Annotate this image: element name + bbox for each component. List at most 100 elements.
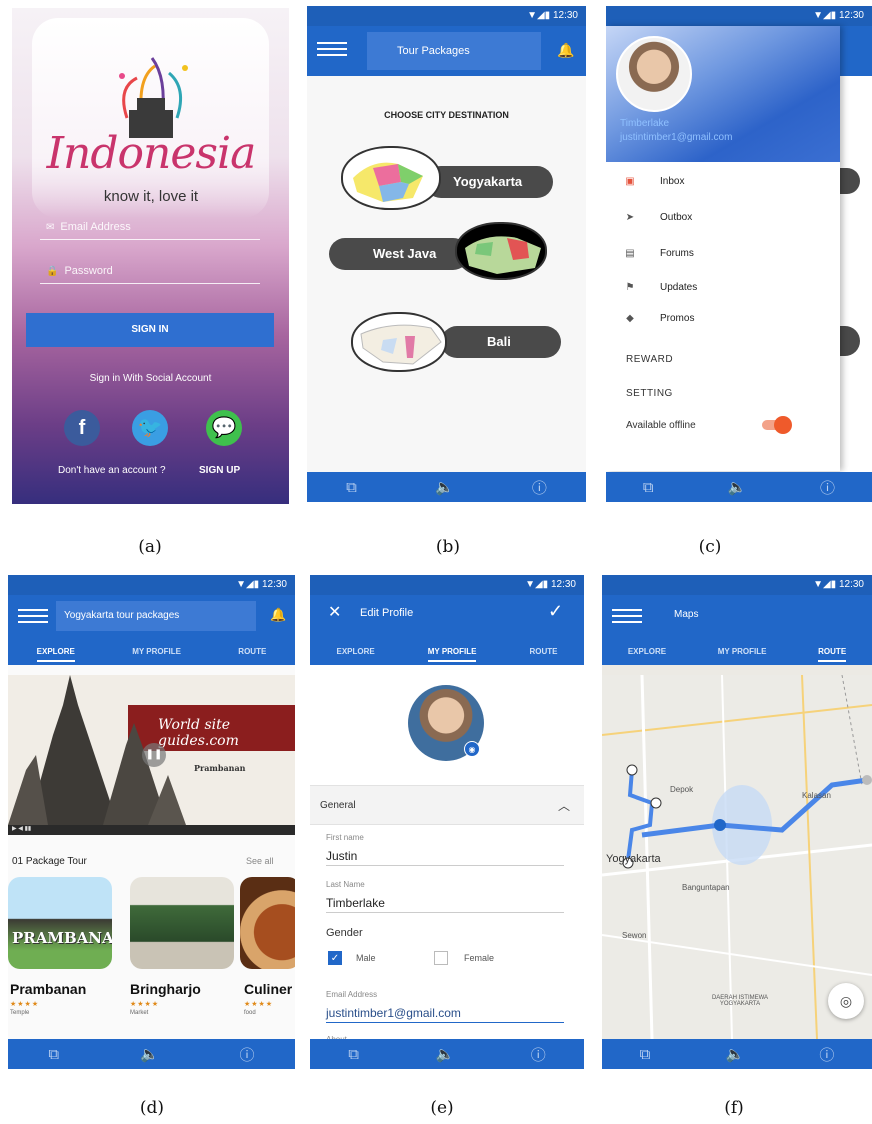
bottom-nav: ⧉ 🔈 ⓘ — [310, 1039, 584, 1069]
tab-route[interactable]: ROUTE — [529, 647, 557, 656]
pause-icon[interactable]: ❚❚ — [142, 743, 166, 767]
speaker-icon[interactable]: 🔈 — [728, 478, 747, 496]
email-field[interactable]: ✉ Email Address — [40, 214, 260, 240]
see-all-link[interactable]: See all — [246, 856, 274, 866]
wechat-icon[interactable]: 💬 — [206, 410, 242, 446]
place-name: Prambanan — [10, 981, 87, 997]
place-card-bringharjo[interactable] — [130, 877, 234, 969]
menu-icon[interactable] — [18, 605, 48, 627]
translate-icon[interactable]: ⧉ — [348, 1046, 359, 1063]
translate-icon[interactable]: ⧉ — [643, 479, 654, 496]
caption-a: (a) — [138, 537, 162, 557]
video-player[interactable]: World site guides.com ❚❚ Prambanan ▶ ◀ ▮… — [8, 675, 295, 835]
tab-my-profile[interactable]: MY PROFILE — [718, 647, 767, 656]
rating-stars: ★★★★ — [244, 1001, 274, 1008]
tab-bar: EXPLORE MY PROFILE ROUTE — [8, 637, 295, 665]
speaker-icon[interactable]: 🔈 — [435, 478, 454, 496]
help-icon[interactable]: ⓘ — [240, 1044, 255, 1065]
choose-heading: CHOOSE CITY DESTINATION — [384, 110, 509, 120]
email-label: Email Address — [326, 990, 378, 999]
menu-label: Inbox — [660, 176, 685, 187]
yogyakarta-map-icon[interactable] — [341, 146, 441, 210]
inbox-icon: ▣ — [625, 176, 635, 187]
menu-item-setting[interactable]: SETTING — [626, 388, 673, 399]
navigation-drawer-screen: ▼◢▮ 12:30 Timberlake justintimber1@gmail… — [606, 6, 872, 502]
close-icon[interactable]: ✕ — [328, 602, 341, 622]
email-field[interactable]: justintimber1@gmail.com — [326, 1006, 564, 1023]
camera-icon[interactable]: ◉ — [464, 741, 480, 757]
speaker-icon[interactable]: 🔈 — [140, 1045, 159, 1063]
screen-title: Tour Packages — [367, 32, 541, 70]
menu-item-inbox[interactable]: ▣ Inbox — [620, 172, 684, 192]
chevron-up-icon[interactable]: ︿ — [558, 786, 570, 826]
help-icon[interactable]: ⓘ — [531, 1044, 546, 1065]
menu-item-updates[interactable]: ⚑ Updates — [620, 278, 698, 298]
offline-toggle[interactable] — [762, 416, 792, 434]
city-button-west-java[interactable]: West Java — [329, 238, 469, 270]
notification-icon[interactable]: 🔔 — [270, 607, 286, 623]
tab-explore[interactable]: EXPLORE — [337, 647, 375, 656]
map-place-label: Sewon — [622, 931, 647, 940]
email-placeholder: Email Address — [60, 221, 131, 233]
rating-stars: ★★★★ — [10, 1001, 40, 1008]
tab-my-profile[interactable]: MY PROFILE — [132, 647, 181, 656]
help-icon[interactable]: ⓘ — [532, 477, 547, 498]
translate-icon[interactable]: ⧉ — [346, 479, 357, 496]
search-input[interactable]: Yogyakarta tour packages — [56, 601, 256, 631]
bottom-nav: ⧉ 🔈 ⓘ — [606, 472, 872, 502]
city-button-yogyakarta[interactable]: Yogyakarta — [425, 166, 553, 198]
gender-label: Gender — [326, 927, 363, 939]
status-bar: ▼◢▮ 12:30 — [602, 575, 872, 595]
male-checkbox[interactable]: ✓ — [328, 951, 342, 965]
tab-route[interactable]: ROUTE — [238, 647, 266, 656]
place-card-culiner[interactable] — [240, 877, 295, 969]
caption-d: (d) — [139, 1098, 165, 1118]
menu-item-reward[interactable]: REWARD — [626, 354, 673, 365]
west-java-map-icon[interactable] — [455, 222, 547, 280]
menu-item-promos[interactable]: ◆ Promos — [620, 309, 694, 329]
signup-link[interactable]: SIGN UP — [199, 465, 240, 476]
place-name: Bringharjo — [130, 981, 201, 997]
menu-label: Outbox — [660, 212, 693, 223]
facebook-icon[interactable]: f — [64, 410, 100, 446]
bali-map-icon[interactable] — [351, 312, 447, 372]
translate-icon[interactable]: ⧉ — [640, 1046, 651, 1063]
tab-route[interactable]: ROUTE — [818, 641, 847, 662]
last-name-field[interactable]: Timberlake — [326, 896, 564, 913]
place-type: Temple — [10, 1010, 30, 1016]
general-section-header[interactable]: General ︿ — [310, 785, 584, 825]
help-icon[interactable]: ⓘ — [819, 1044, 834, 1065]
tag-icon: ◆ — [626, 313, 634, 324]
place-card-prambanan[interactable]: PRAMBANAN — [8, 877, 112, 969]
my-location-icon[interactable]: ◎ — [828, 983, 864, 1019]
tab-my-profile[interactable]: MY PROFILE — [427, 641, 477, 662]
status-time: 12:30 — [550, 579, 576, 590]
first-name-field[interactable]: Justin — [326, 849, 564, 866]
twitter-icon[interactable]: 🐦 — [132, 410, 168, 446]
video-controls[interactable]: ▶ ◀ ▮▮ — [8, 825, 295, 835]
tab-explore[interactable]: EXPLORE — [628, 647, 666, 656]
menu-icon[interactable] — [317, 38, 347, 60]
tour-packages-screen: ▼◢▮ 12:30 Tour Packages 🔔 CHOOSE CITY DE… — [307, 6, 586, 502]
signal-icon: ▼◢▮ — [525, 579, 551, 590]
tab-explore[interactable]: EXPLORE — [36, 641, 75, 662]
speaker-icon[interactable]: 🔈 — [726, 1045, 745, 1063]
menu-item-forums[interactable]: ▤ Forums — [620, 244, 694, 264]
password-field[interactable]: 🔒 Password — [40, 258, 260, 284]
help-icon[interactable]: ⓘ — [820, 477, 835, 498]
city-label: West Java — [373, 246, 437, 261]
signin-button[interactable]: SIGN IN — [26, 313, 274, 347]
map-place-label: Kalasan — [802, 791, 831, 800]
notification-icon[interactable]: 🔔 — [557, 42, 574, 59]
avatar[interactable] — [616, 36, 692, 112]
place-type: food — [244, 1010, 256, 1016]
translate-icon[interactable]: ⧉ — [48, 1046, 59, 1063]
city-button-bali[interactable]: Bali — [441, 326, 561, 358]
section-label: General — [320, 800, 356, 811]
menu-icon[interactable] — [612, 605, 642, 627]
app-bar: ✕ Edit Profile ✓ — [310, 595, 584, 637]
speaker-icon[interactable]: 🔈 — [435, 1045, 454, 1063]
female-checkbox[interactable] — [434, 951, 448, 965]
check-icon[interactable]: ✓ — [548, 601, 563, 622]
menu-item-outbox[interactable]: ➤ Outbox — [620, 208, 692, 228]
